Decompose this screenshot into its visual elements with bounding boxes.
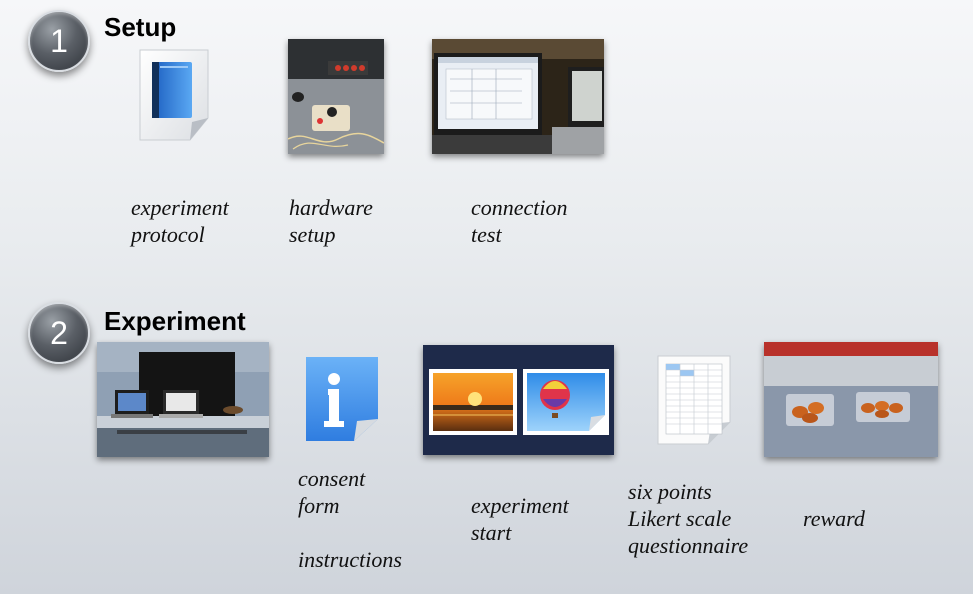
step-2-badge: 2 bbox=[28, 302, 90, 364]
info-document-icon bbox=[306, 357, 378, 441]
connection-test-photo bbox=[432, 39, 604, 154]
setup-title: Setup bbox=[104, 12, 177, 42]
caption-connection-test: connection test bbox=[471, 195, 568, 247]
step-1-number: 1 bbox=[50, 22, 68, 59]
caption-hardware-setup: hardware setup bbox=[289, 195, 373, 247]
spreadsheet-document-icon bbox=[657, 355, 731, 445]
caption-experiment-start: experiment start bbox=[471, 493, 569, 545]
step-2-number: 2 bbox=[50, 314, 68, 351]
caption-questionnaire: six points Likert scale questionnaire bbox=[628, 479, 749, 558]
experiment-title: Experiment bbox=[104, 306, 246, 336]
step-1-badge: 1 bbox=[28, 10, 90, 72]
book-document-icon bbox=[139, 49, 209, 141]
reward-photo bbox=[764, 342, 938, 457]
caption-reward: reward bbox=[803, 506, 865, 531]
hardware-setup-photo bbox=[288, 39, 384, 154]
caption-instructions: instructions bbox=[298, 547, 402, 572]
caption-consent-form: consent form bbox=[298, 466, 366, 518]
caption-experiment-protocol: experiment protocol bbox=[131, 195, 229, 247]
lab-desk-photo bbox=[97, 342, 269, 457]
experiment-start-panel bbox=[423, 345, 614, 455]
